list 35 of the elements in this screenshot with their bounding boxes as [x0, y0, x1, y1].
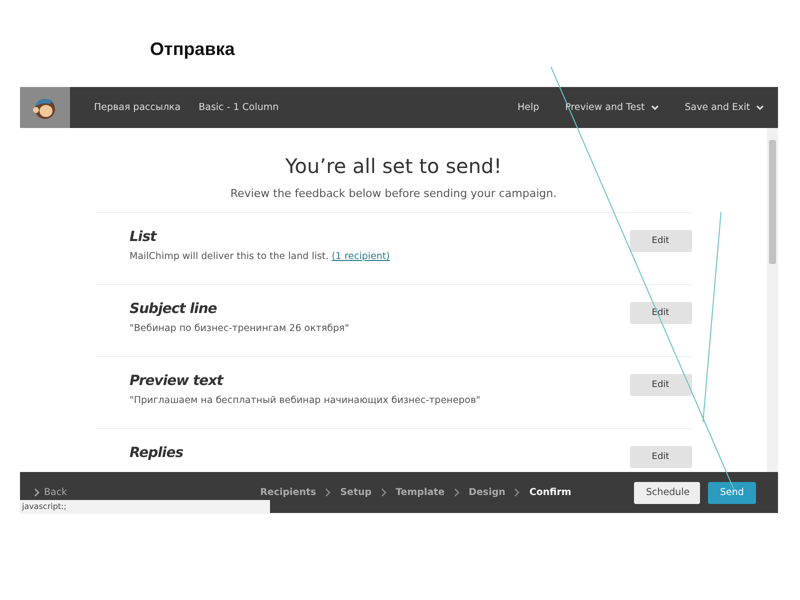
slide-title: Отправка: [150, 39, 235, 60]
caret-icon: [756, 104, 764, 110]
step-link[interactable]: Setup: [340, 487, 372, 498]
page-subheading: Review the feedback below before sending your campaign.: [230, 187, 557, 200]
step-link[interactable]: Design: [468, 487, 506, 498]
section-description: MailChimp will deliver this to the land list. (1 recipient): [130, 251, 391, 262]
step-link[interactable]: Confirm: [529, 487, 572, 498]
breadcrumb-link[interactable]: Basic - 1 Column: [198, 102, 279, 113]
section-title: Preview text: [130, 373, 225, 389]
header-menu-item[interactable]: Help: [517, 102, 540, 113]
edit-button[interactable]: Edit: [630, 446, 692, 468]
step-link[interactable]: Template: [396, 487, 445, 498]
back-button[interactable]: Back: [34, 487, 68, 498]
section-title: List: [130, 229, 158, 245]
step-link[interactable]: Recipients: [260, 487, 316, 498]
section-description: "Вебинар по бизнес-тренингам 26 октября": [130, 323, 350, 334]
chevron-icon: [454, 488, 460, 497]
chevron-icon: [325, 488, 332, 497]
schedule-button[interactable]: Schedule: [634, 482, 700, 504]
header-menu-item[interactable]: Save and Exit: [684, 102, 764, 113]
chevron-icon: [514, 488, 520, 497]
breadcrumb-link[interactable]: Первая рассылка: [94, 102, 181, 113]
back-chevron-icon: [34, 488, 40, 497]
section-description: "Приглашаем на бесплатный вебинар начинающих бизнес-тренеров": [130, 395, 482, 406]
page-heading: You’re all set to send!: [285, 154, 502, 178]
section-title: Replies: [130, 445, 184, 461]
section-title: Subject line: [130, 301, 218, 317]
status-url: javascript:;: [20, 500, 270, 514]
monkey-logo[interactable]: [20, 87, 70, 128]
chevron-icon: [380, 488, 387, 497]
recipient-link[interactable]: (1 recipient): [332, 251, 390, 262]
edit-button[interactable]: Edit: [630, 374, 692, 396]
caret-icon: [650, 104, 659, 110]
scrollbar[interactable]: [767, 128, 778, 472]
edit-button[interactable]: Edit: [630, 230, 692, 252]
